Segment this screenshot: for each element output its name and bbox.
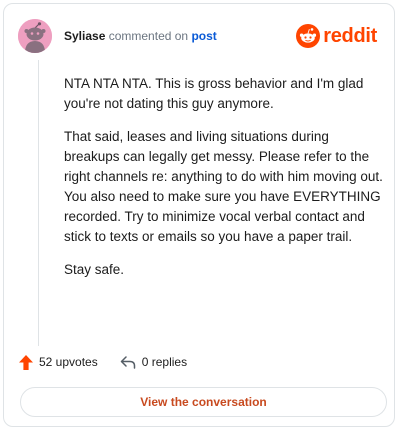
view-conversation-button[interactable]: View the conversation [20, 387, 387, 417]
reply-count: 0 replies [141, 355, 188, 369]
comment-paragraph: NTA NTA NTA. This is gross behavior and … [64, 76, 364, 111]
action-text: commented on [108, 29, 189, 43]
comment-card: Syliase commented on post reddit NTA NTA… [3, 3, 395, 427]
reddit-snoo-icon [296, 24, 321, 48]
comment-header: Syliase commented on post [64, 29, 217, 43]
reply-arrow-icon[interactable] [120, 355, 136, 369]
comment-paragraph: Stay safe. [64, 262, 125, 277]
post-link[interactable]: post [191, 29, 216, 43]
reply-group[interactable]: 0 replies [120, 355, 187, 369]
upvote-count: 52 upvotes [39, 355, 98, 369]
username[interactable]: Syliase [64, 29, 105, 43]
avatar[interactable] [18, 19, 52, 53]
comment-footer: 52 upvotes 0 replies [19, 352, 187, 372]
thread-line [38, 60, 39, 346]
comment-body: NTA NTA NTA. This is gross behavior and … [64, 74, 386, 293]
comment-paragraph: That said, leases and living situations … [64, 129, 383, 244]
snoo-avatar-icon [18, 19, 52, 53]
upvote-group[interactable]: 52 upvotes [19, 354, 98, 370]
reddit-wordmark: reddit [323, 24, 377, 47]
reddit-logo[interactable]: reddit [296, 22, 377, 50]
upvote-arrow-icon[interactable] [19, 354, 33, 370]
